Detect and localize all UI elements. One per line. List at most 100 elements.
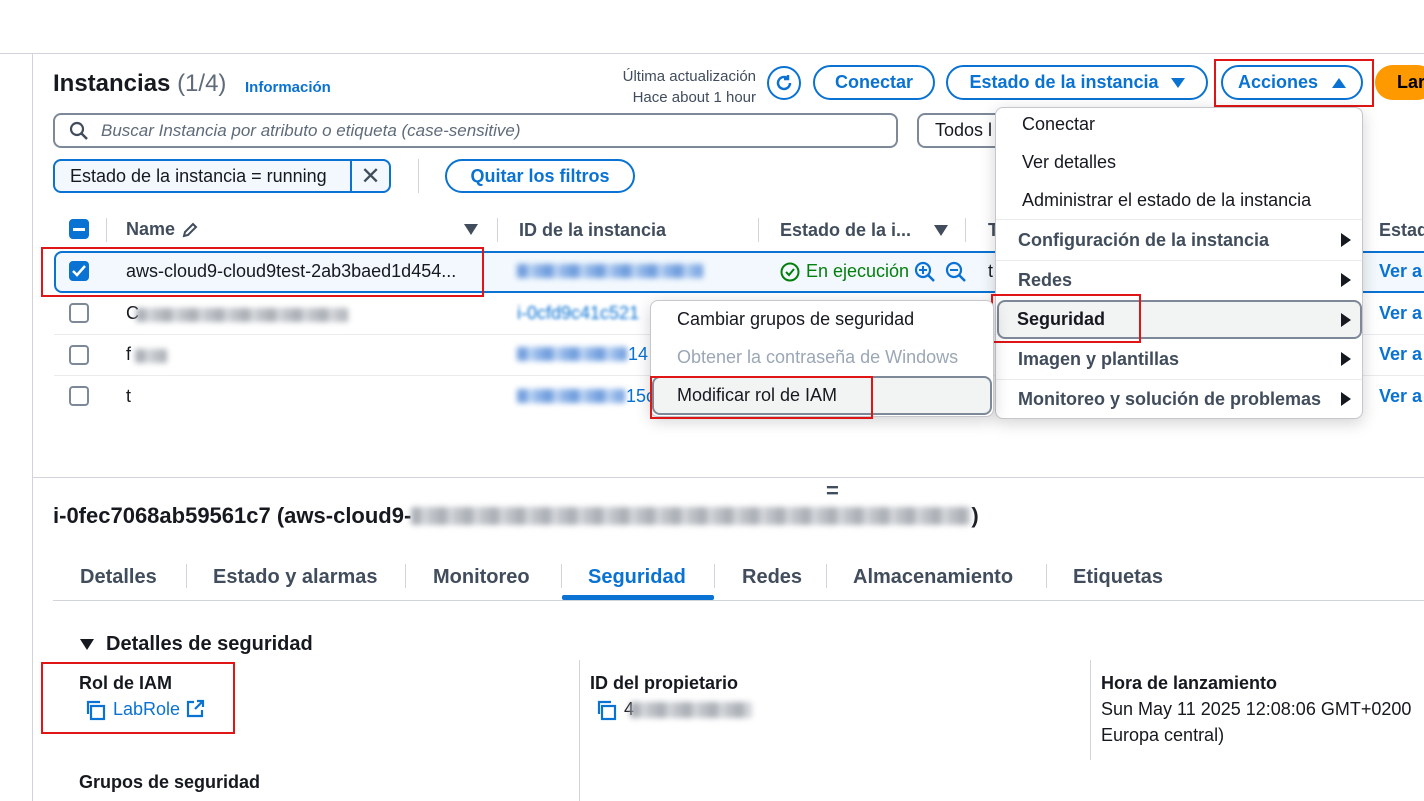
launch-label: Lar — [1397, 72, 1424, 92]
select-all-checkbox[interactable] — [69, 219, 89, 239]
row-checkbox-2[interactable] — [69, 303, 89, 323]
tab-almacenamiento[interactable]: Almacenamiento — [853, 566, 1013, 589]
launch-button[interactable]: Lar — [1375, 65, 1424, 100]
chevron-right-icon — [1341, 392, 1351, 406]
tabs-baseline — [53, 600, 1424, 601]
col-status[interactable]: Estad — [1379, 220, 1424, 241]
tab-seguridad[interactable]: Seguridad — [588, 566, 686, 589]
clear-filters-button[interactable]: Quitar los filtros — [445, 159, 635, 193]
details-title: i-0fec7068ab59561c7 (aws-cloud9- ) — [53, 503, 979, 529]
submenu-change-security-groups[interactable]: Cambiar grupos de seguridad — [677, 309, 914, 330]
header-divider-4 — [965, 218, 966, 242]
last-update-value: Hace about 1 hour — [632, 89, 756, 106]
indeterminate-icon — [73, 227, 85, 231]
tab-redes[interactable]: Redes — [742, 566, 802, 589]
menu-group-monitoring[interactable]: Monitoreo y solución de problemas — [1018, 389, 1321, 410]
drag-handle[interactable]: = — [826, 478, 839, 504]
menu-item-connect[interactable]: Conectar — [1022, 114, 1095, 135]
tab-monitoreo[interactable]: Monitoreo — [433, 566, 530, 589]
header-divider-3 — [758, 218, 759, 242]
menu-item-manage-state[interactable]: Administrar el estado de la instancia — [1022, 190, 1311, 211]
row-id-3[interactable]: 14 — [628, 344, 648, 365]
instance-state-button[interactable]: Estado de la instancia — [946, 65, 1208, 100]
tab-divider — [714, 564, 715, 588]
chevron-right-icon — [1341, 313, 1351, 327]
owner-value-redacted — [630, 702, 752, 718]
top-divider — [0, 53, 1424, 54]
caret-up-icon — [1332, 77, 1347, 88]
tab-estado-alarmas[interactable]: Estado y alarmas — [213, 566, 378, 589]
close-icon[interactable]: ✕ — [352, 162, 389, 191]
column-divider — [579, 660, 580, 801]
row-checkbox-1[interactable] — [69, 261, 89, 281]
filter-token: Estado de la instancia = running ✕ — [53, 159, 391, 193]
col-state[interactable]: Estado de la i... — [780, 220, 911, 241]
menu-item-details[interactable]: Ver detalles — [1022, 152, 1116, 173]
copy-icon[interactable] — [595, 699, 617, 721]
info-link[interactable]: Información — [245, 79, 331, 96]
security-groups-label: Grupos de seguridad — [79, 772, 261, 792]
iam-role-link[interactable]: LabRole — [113, 699, 180, 720]
row-checkbox-4[interactable] — [69, 386, 89, 406]
details-title-text: i-0fec7068ab59561c7 (aws-cloud9- — [53, 503, 412, 528]
row-type-1: t — [988, 261, 994, 281]
split-divider — [33, 477, 1424, 478]
instance-state-label: Estado de la instancia — [969, 72, 1159, 92]
col-name[interactable]: Name — [126, 219, 199, 240]
row-name-1: aws-cloud9-cloud9test-2ab3baed1d454... — [126, 261, 457, 281]
menu-group-networking[interactable]: Redes — [1018, 270, 1072, 291]
launch-time-tz: Europa central) — [1101, 725, 1225, 745]
zoom-out-icon[interactable] — [945, 261, 967, 283]
header-divider-2 — [497, 218, 498, 242]
submenu-modify-iam-role[interactable]: Modificar rol de IAM — [677, 385, 837, 406]
tab-divider — [561, 564, 562, 588]
search-placeholder: Buscar Instancia por atributo o etiqueta… — [101, 120, 521, 140]
sort-icon[interactable] — [464, 224, 478, 235]
page-title-text: Instancias — [53, 70, 171, 97]
tab-detalles[interactable]: Detalles — [80, 566, 157, 589]
details-title-redacted — [411, 507, 972, 525]
row-checkbox-3[interactable] — [69, 345, 89, 365]
instance-count: (1/4) — [177, 70, 227, 97]
actions-button[interactable]: Acciones — [1221, 65, 1363, 100]
search-field[interactable]: Buscar Instancia por atributo o etiqueta… — [53, 113, 898, 148]
menu-group-images[interactable]: Imagen y plantillas — [1018, 349, 1179, 370]
row-id-1[interactable] — [517, 264, 703, 278]
launch-time-value: Sun May 11 2025 12:08:06 GMT+0200 — [1101, 699, 1412, 719]
tab-divider — [405, 564, 406, 588]
tab-etiquetas[interactable]: Etiquetas — [1073, 566, 1163, 589]
page-title: Instancias (1/4) — [53, 70, 226, 98]
menu-group-security[interactable]: Seguridad — [1017, 309, 1105, 330]
last-update: Última actualización Hace about 1 hour — [580, 66, 756, 108]
row-link-1[interactable]: Ver a — [1379, 261, 1422, 282]
section-header[interactable]: Detalles de seguridad — [80, 633, 313, 656]
row-link-2[interactable]: Ver a — [1379, 303, 1422, 324]
actions-label: Acciones — [1237, 72, 1319, 92]
row-name-2-redacted — [136, 308, 348, 322]
left-rule — [32, 54, 33, 801]
row-id-3-redacted — [517, 347, 627, 361]
sort-icon[interactable] — [934, 225, 948, 236]
row-link-4[interactable]: Ver a — [1379, 386, 1422, 407]
check-circle-icon — [780, 262, 800, 281]
row-id-2[interactable]: i-0cfd9c41c521 — [517, 303, 639, 324]
launch-time-label: Hora de lanzamiento — [1101, 673, 1278, 693]
row-name-3: f — [126, 344, 132, 364]
row-id-4-redacted — [517, 389, 625, 403]
owner-label: ID del propietario — [590, 673, 739, 693]
connect-button[interactable]: Conectar — [813, 65, 935, 100]
refresh-button[interactable] — [767, 66, 801, 100]
external-link-icon[interactable] — [185, 699, 205, 719]
column-divider — [1090, 660, 1091, 760]
menu-group-instance-config[interactable]: Configuración de la instancia — [1018, 230, 1269, 251]
row-name-4: t — [126, 386, 132, 406]
col-id[interactable]: ID de la instancia — [519, 220, 666, 241]
zoom-in-icon[interactable] — [914, 261, 936, 283]
chevron-right-icon — [1341, 273, 1351, 287]
copy-icon[interactable] — [84, 699, 106, 721]
header-divider-1 — [106, 218, 107, 242]
last-update-label: Última actualización — [622, 68, 756, 85]
pencil-icon — [182, 222, 198, 237]
row-link-3[interactable]: Ver a — [1379, 344, 1422, 365]
caret-down-icon — [80, 639, 94, 650]
